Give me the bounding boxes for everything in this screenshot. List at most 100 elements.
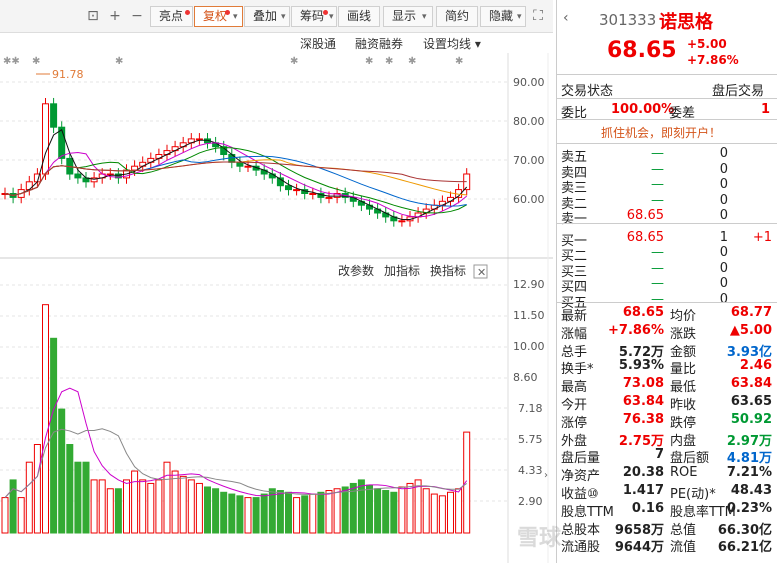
level-volume: 0 [719, 276, 728, 291]
stat-value: 63.84 [730, 376, 772, 392]
stat-label: 昨收 [670, 398, 697, 413]
vol-tick: 10.00 [513, 340, 545, 353]
volume-bar [357, 479, 365, 534]
stat-label: 换手* [561, 362, 594, 378]
level-volume: 0 [719, 146, 728, 161]
candle-body [50, 103, 58, 128]
stat-row: 今开 63.84 昨收 63.65 [557, 394, 777, 413]
stat-row: 外盘 2.75万 内盘 2.97万 [557, 430, 777, 449]
chip-button[interactable]: 筹码 ▾ [291, 6, 337, 27]
candle-body [325, 196, 333, 199]
candle-body [293, 189, 301, 192]
volume-bar [228, 493, 236, 534]
edit-params-button: 改参数 [338, 263, 374, 278]
volume-bar [147, 482, 155, 534]
stat-label: 收益⑩ [561, 487, 599, 502]
volume-bar [204, 486, 211, 534]
stat-value: 9658万 [614, 522, 664, 538]
volume-bar [293, 497, 301, 534]
price-tick: 70.00 [513, 154, 545, 167]
candle-body [25, 181, 33, 191]
stat-value: 7 [654, 447, 664, 463]
vol-tick: 7.18 [518, 402, 543, 415]
stat-row: 换手* 5.93% 量比 2.46 [557, 358, 777, 377]
hide-button[interactable]: 隐藏 ▾ [480, 6, 526, 27]
highlight-button[interactable]: 亮点 [150, 6, 193, 27]
lock-icon[interactable]: ⊡ [84, 7, 102, 25]
svg-text:✱: ✱ [408, 56, 416, 67]
display-button[interactable]: 显示 ▾ [383, 6, 433, 27]
weicha-value: 1 [761, 102, 771, 117]
status-value: 盘后交易 [712, 84, 765, 99]
stat-value: 2.75万 [618, 433, 664, 449]
level-change: +1 [752, 229, 772, 245]
draw-line-button[interactable]: 画线 [338, 6, 380, 27]
stat-value: 66.21亿 [717, 540, 772, 556]
zoom-in-icon[interactable]: + [106, 7, 124, 25]
volume-bar [33, 444, 41, 534]
vol-tick: 5.75 [518, 433, 543, 446]
volume-bar [447, 491, 454, 534]
stat-value: 4.81万 [726, 451, 772, 467]
stat-label: 内盘 [670, 433, 697, 449]
stat-label: 最高 [561, 380, 588, 396]
price-tick: 60.00 [513, 193, 545, 206]
stat-value: 73.08 [622, 376, 664, 392]
stat-value: 63.65 [730, 394, 772, 409]
candle-body [285, 185, 292, 191]
volume-bar [236, 495, 244, 534]
zoom-out-icon[interactable]: − [128, 7, 146, 25]
volume-bar [9, 479, 17, 534]
fullscreen-icon[interactable]: ⛶ [529, 7, 547, 25]
volume-ma-line [4, 387, 468, 498]
quote-panel: ‹ 301333 诺思格 68.65 +5.00 +7.86% 交易状态 盘后交… [517, 0, 777, 563]
overlay-button[interactable]: 叠加 ▾ [244, 6, 290, 27]
stat-label: 均价 [670, 309, 697, 324]
volume-bar [366, 484, 373, 534]
stat-value: 48.43 [730, 483, 772, 498]
volume-bar [212, 488, 220, 534]
price-tick: 80.00 [513, 115, 545, 128]
stat-row: 最新 68.65 均价 68.77 [557, 305, 777, 324]
volume-bar [106, 488, 114, 534]
level-price: — [651, 192, 664, 208]
volume-bar [90, 479, 98, 534]
switch-indicator-button: 换指标 [430, 263, 466, 278]
stat-label: 涨停 [561, 415, 588, 431]
stat-value: 68.65 [622, 305, 664, 320]
kline-chart: ✱✱ ✱ ✱ ✱ ✱ ✱ ✱ ✱ 91.78 改参数 加指标 换指标 ✕ › [0, 53, 553, 563]
level-volume: 1 [719, 229, 728, 245]
simple-button[interactable]: 简约 [436, 6, 478, 27]
promo-link[interactable]: 抓住机会，即刻开户！ [601, 124, 721, 141]
stat-label: 涨幅 [561, 326, 588, 342]
stat-value: 76.38 [622, 411, 664, 427]
candle-body [398, 220, 406, 223]
volume-bar [171, 470, 179, 534]
sell-level-row: 卖一 68.65 0 [557, 208, 777, 227]
stat-row: 最高 73.08 最低 63.84 [557, 376, 777, 395]
level-price: — [651, 276, 664, 291]
collapse-panel-icon[interactable]: ‹ [563, 10, 569, 26]
adjust-button[interactable]: 复权 ▾ [194, 6, 243, 27]
stat-label: PE(动)* [670, 487, 716, 502]
volume-bar [163, 461, 171, 534]
volume-bar [341, 486, 349, 534]
level-price: 68.65 [626, 229, 664, 245]
volume-bar [333, 488, 341, 534]
candle-body [244, 165, 252, 168]
stat-label: 最低 [670, 380, 697, 396]
level-label: 卖一 [561, 212, 588, 227]
volume-bar [98, 479, 106, 534]
volume-bar [179, 475, 187, 534]
volume-bars [1, 304, 471, 534]
volume-bar [252, 497, 260, 534]
volume-bar [276, 490, 284, 534]
svg-text:✱✱: ✱✱ [3, 56, 20, 67]
level-volume: 0 [719, 260, 728, 276]
stat-label: 盘后额 [670, 451, 710, 467]
vol-tick: 12.90 [513, 278, 545, 291]
volume-bar [220, 491, 228, 534]
volume-bar [309, 493, 317, 534]
stat-label: 今开 [561, 398, 588, 413]
volume-bar [244, 497, 252, 534]
